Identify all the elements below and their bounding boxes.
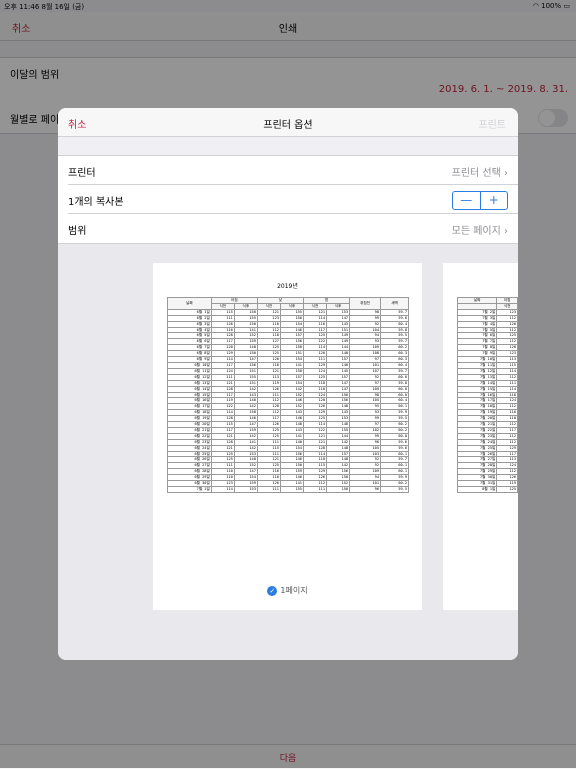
table-cell: 111 bbox=[256, 486, 281, 493]
increment-button[interactable]: + bbox=[481, 192, 508, 209]
table-cell: 150 bbox=[326, 486, 351, 493]
preview-page-title: 2019년 bbox=[277, 283, 298, 290]
range-row[interactable]: 범위 모든 페이지 › bbox=[58, 214, 518, 244]
range-label: 범위 bbox=[68, 226, 87, 237]
print-preview-area: 2019년 날짜 아침 낮 밤 취침전 새벽 식전 식후 식전 식후 식전 식후… bbox=[58, 244, 518, 660]
table-row: 8월 1일 125 bbox=[456, 486, 518, 493]
preview-page-2[interactable]: 날짜 아침 식전 7월 2일 123 7월 3일 112 7월 4일 126 7월 5일 11… bbox=[443, 263, 518, 610]
table-cell: 153 bbox=[233, 486, 258, 493]
table-cell: 111 bbox=[302, 486, 328, 493]
header-dawn: 새벽 bbox=[380, 297, 409, 310]
table-row: 7월 1일 114 153 111 155 111 150 96 59.5 bbox=[167, 486, 409, 493]
decrement-button[interactable]: — bbox=[453, 192, 481, 209]
printer-row[interactable]: 프린터 프린터 선택 › bbox=[58, 155, 518, 185]
header-date: 날짜 bbox=[167, 297, 212, 310]
printer-options-modal: 취소 프린터 옵션 프린트 프린터 프린터 선택 › 1개의 복사본 — + 범… bbox=[58, 108, 518, 660]
page-selector[interactable]: ✓ 1페이지 bbox=[153, 585, 422, 596]
table-cell: 59.5 bbox=[380, 486, 409, 493]
preview-table-1-body: 6월 1일 115 150 121 155 121 153 98 59.7 6월 2일 111 155… bbox=[167, 308, 409, 493]
printer-label: 프린터 bbox=[68, 168, 96, 179]
table-cell: 125 bbox=[496, 486, 518, 493]
table-cell: 155 bbox=[279, 486, 304, 493]
modal-title: 프린터 옵션 bbox=[263, 120, 313, 131]
preview-page-1[interactable]: 2019년 날짜 아침 낮 밤 취침전 새벽 식전 식후 식전 식후 식전 식후… bbox=[153, 263, 422, 610]
copies-row: 1개의 복사본 — + bbox=[58, 185, 518, 214]
preview-table-2-body: 7월 2일 123 7월 3일 112 7월 4일 126 7월 5일 112 7월 6일 125… bbox=[456, 308, 518, 493]
table-cell: 8월 1일 bbox=[456, 486, 498, 493]
checkmark-icon[interactable]: ✓ bbox=[267, 585, 278, 596]
table-cell: 7월 1일 bbox=[167, 486, 212, 493]
print-button[interactable]: 프린트 bbox=[478, 116, 506, 131]
preview-table-2: 날짜 아침 식전 7월 2일 123 7월 3일 112 7월 4일 126 7월 5일 11… bbox=[456, 297, 518, 493]
range-select-value[interactable]: 모든 페이지 › bbox=[452, 222, 508, 237]
header-bedtime: 취침전 bbox=[349, 297, 381, 310]
copies-label: 1개의 복사본 bbox=[68, 197, 124, 208]
table-cell: 96 bbox=[349, 486, 381, 493]
preview-table-1: 날짜 아침 낮 밤 취침전 새벽 식전 식후 식전 식후 식전 식후 6월 1일… bbox=[167, 297, 409, 493]
copies-stepper[interactable]: — + bbox=[452, 191, 508, 210]
printer-select-value[interactable]: 프린터 선택 › bbox=[452, 164, 508, 179]
page-label: 1페이지 bbox=[280, 586, 308, 595]
table-cell: 114 bbox=[210, 486, 235, 493]
modal-nav-bar: 취소 프린터 옵션 프린트 bbox=[58, 108, 518, 137]
